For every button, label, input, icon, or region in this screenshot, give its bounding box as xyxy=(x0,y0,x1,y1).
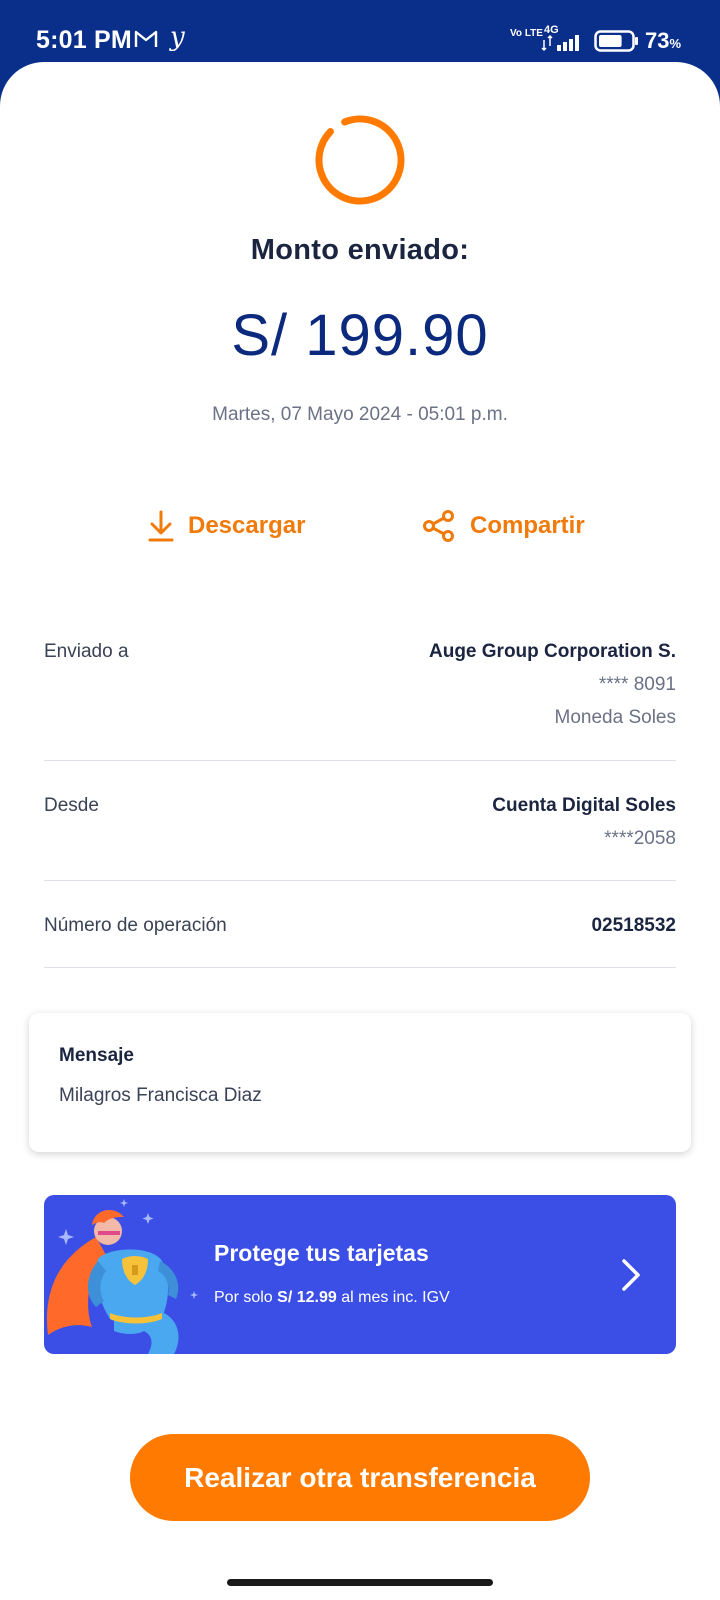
promo-sub-suffix: al mes inc. IGV xyxy=(341,1289,450,1306)
download-label: Descargar xyxy=(188,512,306,539)
battery-percent-unit: % xyxy=(669,36,682,51)
message-text: Milagros Francisca Diaz xyxy=(59,1085,262,1106)
sent-to-name: Auge Group Corporation S. xyxy=(429,641,676,662)
status-bar: 5:01 PM y Vo LTE 4G 73% xyxy=(0,0,720,62)
share-icon xyxy=(423,510,454,542)
download-icon xyxy=(148,510,174,542)
chevron-right-icon xyxy=(622,1259,640,1291)
gmail-icon xyxy=(134,30,158,47)
message-title: Mensaje xyxy=(59,1045,134,1066)
battery-percent-value: 73 xyxy=(645,28,670,53)
from-account-name: Cuenta Digital Soles xyxy=(492,795,676,816)
divider xyxy=(44,880,676,881)
superhero-illustration-icon xyxy=(47,1199,198,1354)
status-time: 5:01 PM xyxy=(36,26,132,54)
share-label: Compartir xyxy=(470,512,585,539)
new-transfer-button[interactable]: Realizar otra transferencia xyxy=(130,1434,590,1521)
promo-subtitle: Por solo S/ 12.99 al mes inc. IGV xyxy=(214,1289,450,1307)
promo-banner[interactable]: Protege tus tarjetas Por solo S/ 12.99 a… xyxy=(44,1195,676,1354)
signal-icon xyxy=(541,34,579,52)
share-button[interactable]: Compartir xyxy=(422,506,585,546)
divider xyxy=(44,760,676,761)
home-indicator[interactable] xyxy=(227,1579,493,1586)
from-label: Desde xyxy=(44,795,99,816)
volte-indicator: Vo LTE xyxy=(510,28,543,39)
sent-to-account: **** 8091 xyxy=(598,674,676,695)
battery-percent: 73% xyxy=(645,28,681,54)
promo-sub-prefix: Por solo xyxy=(214,1289,273,1306)
transaction-date: Martes, 07 Mayo 2024 - 05:01 p.m. xyxy=(212,404,508,425)
from-account-number: ****2058 xyxy=(604,828,676,849)
battery-icon xyxy=(594,30,638,52)
download-button[interactable]: Descargar xyxy=(148,506,305,546)
amount-title: Monto enviado: xyxy=(250,234,470,266)
message-card: Mensaje Milagros Francisca Diaz xyxy=(29,1013,691,1152)
amount-value: S/ 199.90 xyxy=(231,303,489,368)
y-app-icon: y xyxy=(170,22,185,52)
sent-to-currency: Moneda Soles xyxy=(554,707,676,728)
sent-to-label: Enviado a xyxy=(44,641,129,662)
operation-number: 02518532 xyxy=(591,915,676,936)
divider xyxy=(44,967,676,968)
loading-spinner-icon xyxy=(315,115,405,205)
operation-label: Número de operación xyxy=(44,915,227,936)
promo-price: S/ 12.99 xyxy=(277,1289,337,1306)
promo-title: Protege tus tarjetas xyxy=(214,1240,429,1266)
